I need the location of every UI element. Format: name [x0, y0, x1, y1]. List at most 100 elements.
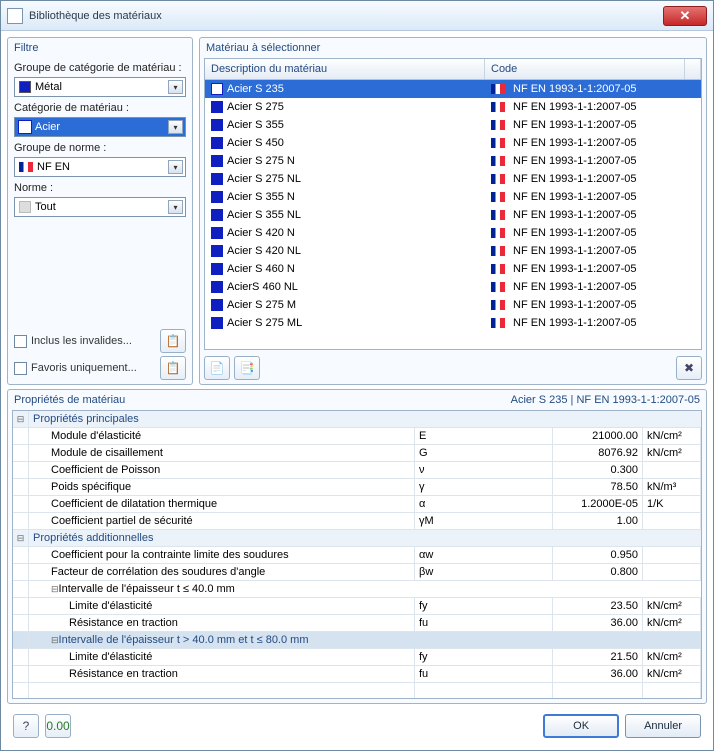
filter-action-button-1[interactable]: 📋: [160, 329, 186, 353]
prop-value[interactable]: 0.300: [553, 462, 643, 478]
prop-value[interactable]: 78.50: [553, 479, 643, 495]
material-desc: Acier S 275: [227, 101, 284, 113]
table-row[interactable]: Acier S 235NF EN 1993-1-1:2007-05: [205, 80, 701, 98]
table-row[interactable]: Acier S 420 NNF EN 1993-1-1:2007-05: [205, 224, 701, 242]
subsection-label: ⊟ Intervalle de l'épaisseur t ≤ 40.0 mm: [29, 581, 701, 597]
prop-value[interactable]: 1.2000E-05: [553, 496, 643, 512]
norm-combo[interactable]: Tout ▾: [14, 197, 186, 217]
category-combo[interactable]: Acier ▾: [14, 117, 186, 137]
material-swatch-icon: [211, 263, 223, 275]
app-icon: [7, 8, 23, 24]
prop-value[interactable]: 36.00: [553, 666, 643, 682]
material-swatch-icon: [211, 101, 223, 113]
material-swatch-icon: [211, 245, 223, 257]
favorites-only-checkbox[interactable]: Favoris uniquement...: [14, 362, 156, 375]
material-desc: Acier S 275 ML: [227, 317, 302, 329]
table-row[interactable]: Acier S 275 NNF EN 1993-1-1:2007-05: [205, 152, 701, 170]
prop-value[interactable]: 21.50: [553, 649, 643, 665]
prop-unit: kN/m³: [643, 479, 701, 495]
collapse-icon[interactable]: ⊟: [13, 530, 29, 546]
prop-symbol: βw: [415, 564, 553, 580]
col-description[interactable]: Description du matériau: [205, 59, 485, 79]
norm-group-combo[interactable]: NF EN ▾: [14, 157, 186, 177]
new-button[interactable]: 📄: [204, 356, 230, 380]
include-invalid-checkbox[interactable]: Inclus les invalides...: [14, 335, 156, 348]
table-row[interactable]: Acier S 355 NNF EN 1993-1-1:2007-05: [205, 188, 701, 206]
chevron-down-icon[interactable]: ▾: [168, 200, 183, 214]
table-row[interactable]: AcierS 460 NLNF EN 1993-1-1:2007-05: [205, 278, 701, 296]
delete-button[interactable]: ✖: [676, 356, 702, 380]
prop-name: Module d'élasticité: [29, 428, 415, 444]
category-value: Acier: [35, 121, 60, 133]
prop-value[interactable]: 21000.00: [553, 428, 643, 444]
prop-value[interactable]: 8076.92: [553, 445, 643, 461]
material-desc: Acier S 450: [227, 137, 284, 149]
scroll-corner: [685, 59, 701, 79]
material-swatch-icon: [211, 119, 223, 131]
prop-value[interactable]: 23.50: [553, 598, 643, 614]
group-category-value: Métal: [35, 81, 62, 93]
material-code: NF EN 1993-1-1:2007-05: [513, 119, 637, 131]
table-row[interactable]: Acier S 355 NF EN 1993-1-1:2007-05: [205, 116, 701, 134]
material-desc: Acier S 355: [227, 119, 284, 131]
close-button[interactable]: ✕: [663, 6, 707, 26]
list-body[interactable]: Acier S 235NF EN 1993-1-1:2007-05Acier S…: [205, 80, 701, 349]
prop-name: Module de cisaillement: [29, 445, 415, 461]
ok-button[interactable]: OK: [543, 714, 619, 738]
prop-unit: [643, 564, 701, 580]
material-code: NF EN 1993-1-1:2007-05: [513, 155, 637, 167]
table-row[interactable]: Acier S 355 NLNF EN 1993-1-1:2007-05: [205, 206, 701, 224]
table-row[interactable]: Acier S 460 NNF EN 1993-1-1:2007-05: [205, 260, 701, 278]
material-swatch-icon: [211, 155, 223, 167]
chevron-down-icon[interactable]: ▾: [168, 80, 183, 94]
prop-value[interactable]: 0.950: [553, 547, 643, 563]
all-swatch-icon: [19, 201, 31, 213]
prop-unit: kN/cm²: [643, 666, 701, 682]
prop-name: Résistance en traction: [29, 615, 415, 631]
material-desc: Acier S 355 N: [227, 191, 295, 203]
col-code[interactable]: Code: [485, 59, 685, 79]
table-row[interactable]: Acier S 275NF EN 1993-1-1:2007-05: [205, 98, 701, 116]
chevron-down-icon[interactable]: ▾: [168, 120, 183, 134]
group-category-combo[interactable]: Métal ▾: [14, 77, 186, 97]
france-flag-icon: [491, 282, 505, 292]
france-flag-icon: [491, 246, 505, 256]
material-desc: Acier S 275 NL: [227, 173, 301, 185]
chevron-down-icon[interactable]: ▾: [168, 160, 183, 174]
prop-unit: kN/cm²: [643, 649, 701, 665]
table-row[interactable]: Acier S 275 MNF EN 1993-1-1:2007-05: [205, 296, 701, 314]
material-desc: Acier S 355 NL: [227, 209, 301, 221]
table-row[interactable]: Acier S 420 NLNF EN 1993-1-1:2007-05: [205, 242, 701, 260]
france-flag-icon: [491, 228, 505, 238]
material-desc: AcierS 460 NL: [227, 281, 298, 293]
table-row[interactable]: Acier S 450NF EN 1993-1-1:2007-05: [205, 134, 701, 152]
prop-symbol: α: [415, 496, 553, 512]
table-row[interactable]: Acier S 275 NL NF EN 1993-1-1:2007-05: [205, 170, 701, 188]
window-title: Bibliothèque des matériaux: [29, 10, 663, 22]
cancel-button[interactable]: Annuler: [625, 714, 701, 738]
filter-action-button-2[interactable]: 📋: [160, 356, 186, 380]
help-button[interactable]: ?: [13, 714, 39, 738]
collapse-icon[interactable]: ⊟: [13, 411, 29, 427]
duplicate-button[interactable]: 📑: [234, 356, 260, 380]
prop-value[interactable]: 1.00: [553, 513, 643, 529]
prop-symbol: G: [415, 445, 553, 461]
checkbox-icon: [14, 335, 27, 348]
prop-symbol: E: [415, 428, 553, 444]
material-code: NF EN 1993-1-1:2007-05: [513, 173, 637, 185]
table-row[interactable]: Acier S 275 MLNF EN 1993-1-1:2007-05: [205, 314, 701, 332]
prop-unit: kN/cm²: [643, 445, 701, 461]
units-button[interactable]: 0.00: [45, 714, 71, 738]
material-desc: Acier S 420 N: [227, 227, 295, 239]
norm-label: Norme :: [14, 180, 186, 194]
prop-value[interactable]: 0.800: [553, 564, 643, 580]
material-code: NF EN 1993-1-1:2007-05: [513, 263, 637, 275]
prop-symbol: αw: [415, 547, 553, 563]
footer: ? 0.00 OK Annuler: [7, 708, 707, 744]
prop-symbol: fu: [415, 666, 553, 682]
prop-name: Coefficient de Poisson: [29, 462, 415, 478]
prop-name: Coefficient pour la contrainte limite de…: [29, 547, 415, 563]
material-swatch-icon: [211, 173, 223, 185]
favorites-only-label: Favoris uniquement...: [31, 362, 137, 374]
prop-value[interactable]: 36.00: [553, 615, 643, 631]
